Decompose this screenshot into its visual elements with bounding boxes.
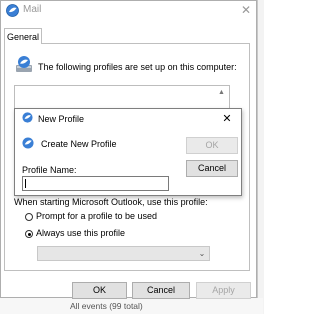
new-profile-app-icon (22, 112, 33, 123)
background-window-edge (257, 0, 264, 314)
create-new-profile-label: Create New Profile (41, 139, 117, 149)
mail-titlebar[interactable]: Mail ✕ (0, 0, 255, 22)
radio-prompt-label[interactable]: Prompt for a profile to be used (36, 211, 157, 221)
startup-label: When starting Microsoft Outlook, use thi… (14, 197, 208, 207)
mail-app-icon (6, 4, 19, 17)
radio-always-use-profile[interactable] (25, 230, 33, 238)
profile-name-label: Profile Name: (22, 165, 77, 175)
ok-button[interactable]: OK (72, 282, 127, 299)
background-status-text: All events (99 total) (70, 301, 143, 311)
scroll-up-icon[interactable]: ▲ (216, 88, 227, 98)
profile-select[interactable] (37, 246, 210, 261)
profile-name-input[interactable] (22, 176, 169, 191)
close-icon[interactable]: ✕ (239, 2, 253, 18)
tab-general[interactable]: General (4, 28, 42, 44)
cancel-button[interactable]: Cancel (132, 282, 190, 299)
new-profile-cancel-button[interactable]: Cancel (186, 160, 238, 177)
new-profile-title: New Profile (38, 114, 85, 124)
create-profile-icon (22, 137, 34, 149)
new-profile-ok-button[interactable]: OK (186, 137, 238, 154)
profiles-intro-text: The following profiles are set up on thi… (38, 62, 237, 72)
chevron-down-icon[interactable]: ⌄ (196, 247, 208, 260)
radio-always-label[interactable]: Always use this profile (36, 228, 125, 238)
new-profile-close-icon[interactable]: ✕ (220, 112, 234, 126)
radio-prompt-profile[interactable] (25, 213, 33, 221)
mail-dialog-title: Mail (23, 4, 42, 15)
profiles-icon (16, 56, 32, 72)
apply-button[interactable]: Apply (196, 282, 251, 299)
text-caret (25, 179, 26, 188)
